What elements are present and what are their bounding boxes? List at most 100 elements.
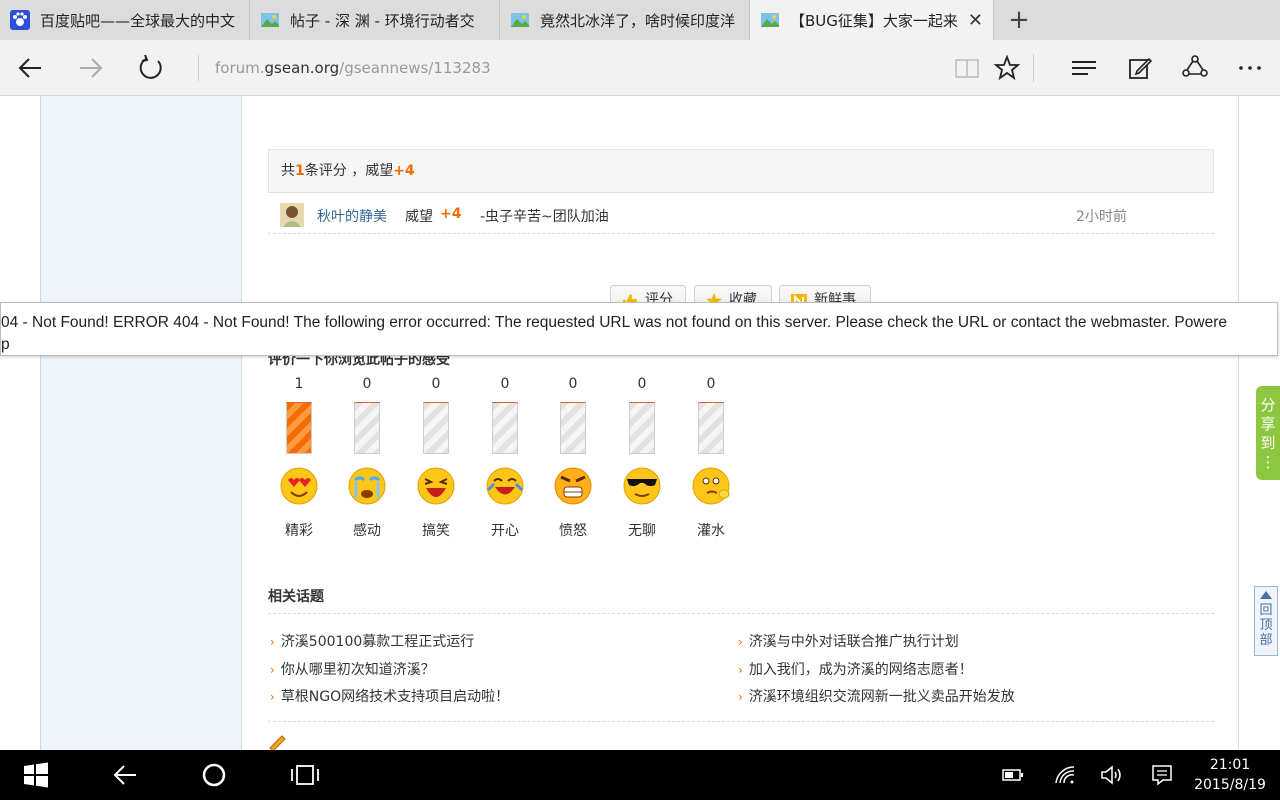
web-note-button[interactable] bbox=[1120, 48, 1160, 88]
battery-icon bbox=[1002, 769, 1023, 781]
rating-entry: 秋叶的静美 威望 +4 -虫子辛苦~团队加油 2小时前 bbox=[268, 196, 1214, 234]
related-link[interactable]: › 济溪环境组织交流网新一批义卖品开始发放 bbox=[738, 686, 1015, 706]
mood-count: 0 bbox=[706, 376, 716, 392]
refresh-button[interactable] bbox=[131, 48, 171, 88]
more-dots-icon bbox=[1239, 66, 1261, 70]
chevron-right-icon: › bbox=[270, 690, 275, 704]
chevron-right-icon: › bbox=[738, 663, 743, 677]
arrow-up-icon bbox=[1260, 591, 1272, 599]
share-button[interactable] bbox=[1175, 48, 1215, 88]
pencil-icon bbox=[269, 735, 286, 750]
angry-face-icon bbox=[554, 467, 592, 505]
back-button[interactable] bbox=[10, 48, 50, 88]
back-to-top-button[interactable]: 回 顶 部 bbox=[1254, 586, 1278, 656]
refresh-icon bbox=[139, 55, 162, 79]
mood-bar bbox=[423, 402, 449, 454]
taskbar: 21:01 2015/8/19 bbox=[0, 750, 1280, 800]
thinking-face-icon bbox=[692, 467, 730, 505]
tab-title: 竟然北冰洋了，啥时候印度洋 bbox=[540, 11, 736, 30]
section-divider bbox=[268, 721, 1214, 722]
mood-bar bbox=[286, 402, 312, 454]
related-link[interactable]: › 你从哪里初次知道济溪？ bbox=[270, 659, 435, 679]
windows-logo-icon bbox=[24, 762, 48, 788]
related-topics-header: 相关话题 bbox=[268, 586, 1214, 614]
mood-label: 开心 bbox=[491, 523, 519, 539]
search-circle-icon bbox=[202, 763, 226, 787]
forward-button[interactable] bbox=[71, 48, 111, 88]
wifi-indicator[interactable] bbox=[1050, 760, 1080, 790]
landscape-icon bbox=[261, 13, 279, 27]
mood-count: 0 bbox=[362, 376, 372, 392]
start-button[interactable] bbox=[21, 760, 51, 790]
mood-label: 无聊 bbox=[628, 523, 656, 539]
forward-arrow-icon bbox=[80, 58, 103, 78]
rating-time: 2小时前 bbox=[1076, 209, 1127, 225]
related-link[interactable]: › 济溪与中外对话联合推广执行计划 bbox=[738, 631, 959, 651]
mood-bar bbox=[560, 402, 586, 454]
rating-value: +4 bbox=[440, 206, 462, 222]
mood-item[interactable]: 1 精彩 bbox=[274, 376, 324, 540]
pen-note-icon bbox=[1129, 57, 1153, 79]
tab-bug-collection[interactable]: 【BUG征集】大家一起来 ✕ bbox=[750, 0, 994, 40]
hub-button[interactable] bbox=[1064, 48, 1104, 88]
new-tab-button[interactable]: + bbox=[994, 0, 1044, 40]
mood-item[interactable]: 0 开心 bbox=[480, 376, 530, 540]
rater-name-link[interactable]: 秋叶的静美 bbox=[317, 206, 387, 226]
mood-bar bbox=[354, 402, 380, 454]
address-field[interactable]: forum.gsean.org/gseannews/113283 bbox=[198, 55, 491, 81]
cortana-button[interactable] bbox=[199, 760, 229, 790]
favorite-button[interactable] bbox=[987, 48, 1027, 88]
toolbar-divider bbox=[1033, 54, 1034, 82]
related-link[interactable]: › 草根NGO网络技术支持项目启动啦！ bbox=[270, 686, 509, 706]
mood-count: 0 bbox=[568, 376, 578, 392]
mood-item[interactable]: 0 灌水 bbox=[686, 376, 736, 540]
mood-count: 1 bbox=[294, 376, 304, 392]
mood-item[interactable]: 0 愤怒 bbox=[548, 376, 598, 540]
sunglasses-face-icon bbox=[623, 467, 661, 505]
hub-lines-icon bbox=[1072, 61, 1096, 75]
web-page: 共1条评分 ，威望+4 秋叶的静美 威望 +4 -虫子辛苦~团队加油 2小时前 … bbox=[0, 96, 1280, 750]
mood-item[interactable]: 0 无聊 bbox=[617, 376, 667, 540]
action-center-button[interactable] bbox=[1147, 760, 1177, 790]
mood-label: 搞笑 bbox=[422, 523, 450, 539]
mood-count: 0 bbox=[637, 376, 647, 392]
mood-item[interactable]: 0 搞笑 bbox=[411, 376, 461, 540]
user-avatar[interactable] bbox=[280, 203, 304, 227]
mood-count: 0 bbox=[500, 376, 510, 392]
happy-face-icon bbox=[486, 467, 524, 505]
tab-shenyuan[interactable]: 帖子 - 深 渊 - 环境行动者交 bbox=[250, 0, 500, 40]
rating-total: +4 bbox=[393, 163, 415, 179]
speaker-icon bbox=[1101, 765, 1121, 785]
chevron-right-icon: › bbox=[270, 663, 275, 677]
mood-label: 愤怒 bbox=[559, 523, 587, 539]
wifi-icon bbox=[1055, 766, 1075, 784]
system-clock[interactable]: 21:01 2015/8/19 bbox=[1190, 755, 1270, 795]
clock-date: 2015/8/19 bbox=[1194, 777, 1266, 793]
tab-arctic[interactable]: 竟然北冰洋了，啥时候印度洋 bbox=[500, 0, 750, 40]
crying-face-icon bbox=[348, 467, 386, 505]
share-to-button[interactable]: 分 享 到 ⋮ bbox=[1256, 386, 1280, 480]
back-button[interactable] bbox=[110, 760, 140, 790]
related-link[interactable]: › 加入我们，成为济溪的网络志愿者！ bbox=[738, 659, 973, 679]
rating-label: 威望 bbox=[405, 209, 433, 225]
close-tab-icon[interactable]: ✕ bbox=[968, 10, 983, 31]
volume-control[interactable] bbox=[1097, 760, 1127, 790]
battery-indicator[interactable] bbox=[998, 760, 1028, 790]
tab-baidu-tieba[interactable]: 百度贴吧——全球最大的中文 bbox=[0, 0, 250, 40]
related-link[interactable]: › 济溪500100募款工程正式运行 bbox=[270, 631, 474, 651]
mood-count: 0 bbox=[431, 376, 441, 392]
rating-summary: 共1条评分 ，威望+4 bbox=[268, 149, 1214, 193]
task-view-icon bbox=[291, 765, 319, 785]
clock-time: 21:01 bbox=[1209, 757, 1251, 773]
star-outline-icon bbox=[994, 55, 1020, 81]
reading-view-button[interactable] bbox=[947, 48, 987, 88]
baidu-paw-icon bbox=[10, 10, 30, 30]
share-nodes-icon bbox=[1182, 55, 1208, 77]
tab-title: 百度贴吧——全球最大的中文 bbox=[40, 11, 236, 30]
chevron-right-icon: › bbox=[270, 635, 275, 649]
task-view-button[interactable] bbox=[290, 760, 320, 790]
mood-label: 精彩 bbox=[285, 523, 313, 539]
more-button[interactable] bbox=[1230, 48, 1270, 88]
mood-item[interactable]: 0 感动 bbox=[342, 376, 392, 540]
landscape-icon bbox=[511, 13, 529, 27]
